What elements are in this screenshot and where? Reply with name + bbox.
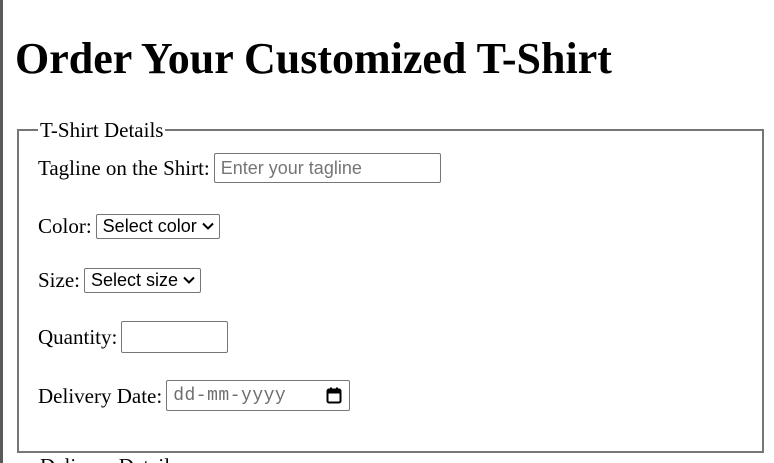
delivery-date-row: Delivery Date: dd-mm-yyyy (38, 380, 351, 411)
color-select-value: Select color (102, 215, 197, 236)
size-select-value: Select size (91, 269, 179, 290)
delivery-date-label: Delivery Date: (38, 383, 163, 408)
quantity-row: Quantity: (38, 321, 229, 353)
quantity-label: Quantity: (38, 325, 118, 349)
tagline-row: Tagline on the Shirt: (38, 153, 441, 183)
page-title: Order Your Customized T-Shirt (15, 34, 612, 83)
size-row: Size: Select size (38, 265, 202, 295)
delivery-date-placeholder: dd-mm-yyyy (173, 385, 287, 406)
color-select[interactable]: Select color (95, 213, 220, 239)
color-row: Color: Select color (38, 211, 220, 241)
color-label: Color: (38, 214, 92, 238)
chevron-down-icon (197, 215, 219, 238)
chevron-down-icon (178, 269, 200, 292)
quantity-input[interactable] (121, 321, 229, 353)
tshirt-details-legend: T-Shirt Details (40, 118, 164, 142)
tagline-label: Tagline on the Shirt: (38, 156, 210, 180)
tagline-input[interactable] (213, 153, 441, 183)
size-select[interactable]: Select size (84, 267, 202, 293)
delivery-date-input[interactable]: dd-mm-yyyy (166, 380, 351, 411)
calendar-icon[interactable] (325, 387, 343, 405)
size-label: Size: (38, 268, 80, 292)
window-left-border (0, 0, 3, 463)
delivery-details-legend: Delivery Details (40, 455, 178, 463)
